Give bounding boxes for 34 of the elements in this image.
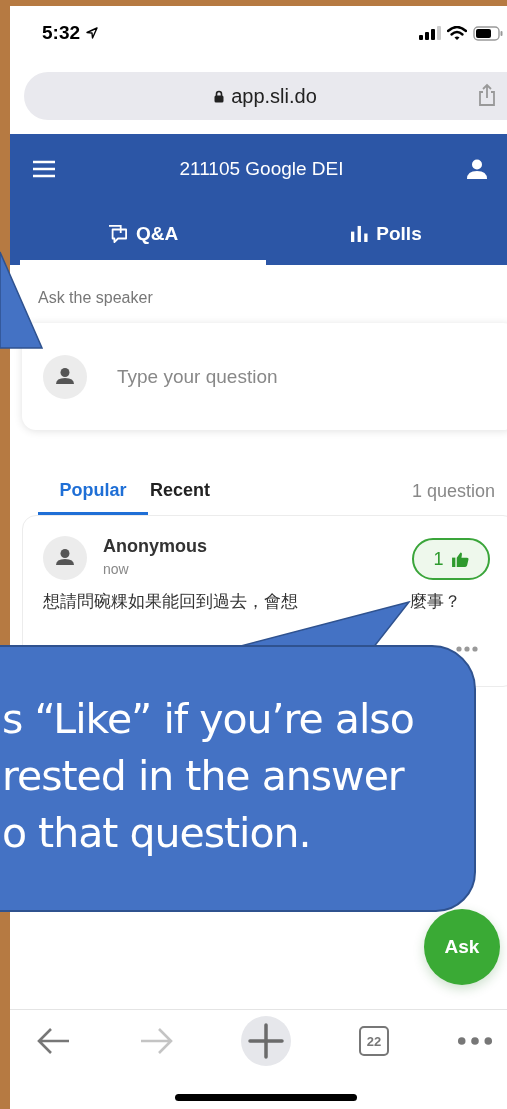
thumbs-up-icon (451, 551, 469, 567)
avatar-icon (43, 354, 87, 399)
ask-label: Ask the speaker (37, 288, 154, 307)
url-text: app.sli.do (231, 84, 317, 108)
event-title: 211105 Google DEI (178, 158, 345, 180)
status-time: 5:32 (42, 22, 81, 44)
signal-icon (419, 26, 441, 40)
question-time: now (103, 561, 130, 577)
bar-chart-icon (351, 225, 369, 242)
nav-tab[interactable]: Polls (266, 204, 507, 265)
menu-icon[interactable] (32, 160, 56, 178)
more-menu-icon[interactable] (457, 1036, 493, 1046)
author-name: Anonymous (103, 536, 207, 557)
nav-tab[interactable]: Q&A (20, 204, 266, 265)
user-icon[interactable] (467, 159, 487, 179)
avatar-icon (43, 536, 87, 580)
tab-count-button[interactable]: 22 (359, 1026, 389, 1056)
question-text: 麼事？ (410, 591, 461, 613)
question-text: 想請問碗粿如果能回到過去，會想 (43, 591, 298, 613)
chat-icon (107, 224, 128, 243)
battery-icon (473, 25, 503, 41)
share-icon[interactable] (477, 83, 497, 107)
new-tab-plus-icon[interactable] (241, 1016, 291, 1066)
wifi-icon (447, 25, 467, 41)
question-input-field[interactable]: Type your question (115, 364, 419, 389)
back-arrow-icon[interactable] (37, 1026, 71, 1056)
sort-tab[interactable]: Popular (38, 468, 148, 515)
question-count: 1 question (411, 481, 495, 502)
location-arrow-icon (86, 27, 99, 39)
callout-text: s “Like” if you’re also rested in the answer o that question. (2, 694, 415, 859)
lock-icon (214, 89, 225, 103)
address-bar[interactable]: app.sli.do (24, 72, 507, 120)
more-options-icon[interactable] (456, 646, 478, 652)
sort-tab[interactable]: Recent (148, 468, 252, 515)
